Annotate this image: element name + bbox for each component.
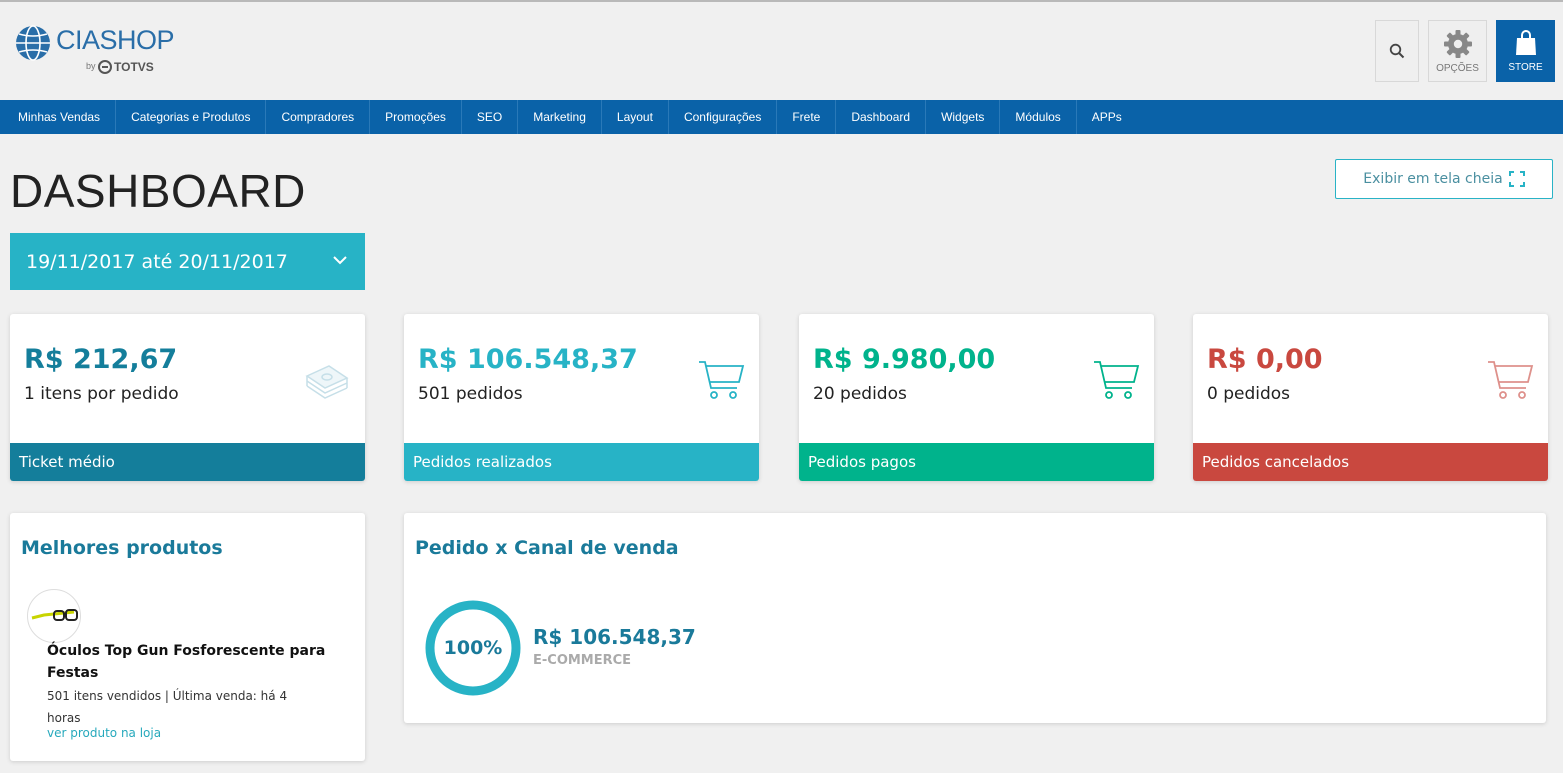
nav-item-dashboard[interactable]: Dashboard [836, 100, 927, 134]
cart-icon [1094, 361, 1140, 399]
best-products-panel: Melhores produtos Óculos Top Gun Fosfore… [10, 513, 365, 761]
ciashop-logo[interactable]: CIASHOP by TOTVS [14, 22, 175, 80]
stat-card-ticket-medio: R$ 212,67 1 itens por pedido Ticket médi… [10, 314, 365, 481]
stat-value: R$ 212,67 [24, 344, 178, 375]
shopping-bag-icon [1515, 29, 1536, 55]
product-meta: 501 itens vendidos | Última venda: há 4 … [47, 689, 288, 725]
stat-footer: Pedidos pagos [799, 443, 1154, 481]
stat-subtitle: 20 pedidos [813, 384, 907, 404]
totvs-brand: TOTVS [98, 60, 154, 74]
search-button[interactable] [1375, 20, 1419, 82]
product-name[interactable]: Óculos Top Gun Fosforescente para Festas [47, 640, 327, 684]
stat-subtitle: 501 pedidos [418, 384, 523, 404]
panel-title: Melhores produtos [21, 537, 223, 559]
nav-item-marketing[interactable]: Marketing [518, 100, 602, 134]
fullscreen-label: Exibir em tela cheia [1363, 171, 1503, 187]
stat-card-pedidos-realizados: R$ 106.548,37 501 pedidos Pedidos realiz… [404, 314, 759, 481]
chevron-down-icon [333, 256, 347, 265]
nav-item-frete[interactable]: Frete [777, 100, 837, 134]
expand-icon [1508, 171, 1525, 187]
product-thumbnail[interactable] [27, 589, 81, 643]
date-range-label: 19/11/2017 até 20/11/2017 [26, 250, 288, 273]
glasses-icon [31, 609, 78, 621]
globe-icon [16, 25, 50, 61]
channel-value: R$ 106.548,37 [533, 625, 696, 649]
stat-value: R$ 9.980,00 [813, 344, 996, 375]
stat-card-pedidos-cancelados: R$ 0,00 0 pedidos Pedidos cancelados [1193, 314, 1548, 481]
gear-icon [1443, 29, 1472, 58]
date-range-dropdown[interactable]: 19/11/2017 até 20/11/2017 [10, 233, 365, 290]
nav-item-modulos[interactable]: Módulos [1000, 100, 1077, 134]
store-label: STORE [1508, 61, 1543, 73]
nav-item-apps[interactable]: APPs [1077, 100, 1137, 134]
nav-item-widgets[interactable]: Widgets [926, 100, 1001, 134]
options-button[interactable]: OPÇÕES [1428, 20, 1487, 82]
logo-text: CIASHOP [56, 25, 175, 55]
channel-name: E-COMMERCE [533, 653, 632, 668]
ring-percent: 100% [443, 637, 503, 659]
stat-value: R$ 106.548,37 [418, 344, 638, 375]
nav-item-promocoes[interactable]: Promoções [370, 100, 462, 134]
cart-icon [1488, 361, 1534, 399]
stat-footer: Ticket médio [10, 443, 365, 481]
stat-value: R$ 0,00 [1207, 344, 1323, 375]
cart-icon [699, 361, 745, 399]
fullscreen-button[interactable]: Exibir em tela cheia [1335, 159, 1553, 199]
panel-title: Pedido x Canal de venda [415, 537, 679, 559]
nav-item-compradores[interactable]: Compradores [266, 100, 371, 134]
stat-card-pedidos-pagos: R$ 9.980,00 20 pedidos Pedidos pagos [799, 314, 1154, 481]
totvs-mark-icon [98, 60, 112, 74]
view-product-link[interactable]: ver produto na loja [47, 726, 161, 740]
nav-item-categorias-produtos[interactable]: Categorias e Produtos [116, 100, 267, 134]
nav-item-seo[interactable]: SEO [462, 100, 519, 134]
logo-by-text: by [86, 61, 96, 71]
window-top-border [0, 0, 1563, 2]
page-title: DASHBOARD [10, 165, 306, 217]
stat-footer: Pedidos cancelados [1193, 443, 1548, 481]
totvs-label: TOTVS [114, 60, 154, 74]
search-icon [1389, 43, 1405, 59]
nav-item-minhas-vendas[interactable]: Minhas Vendas [0, 100, 117, 134]
stat-subtitle: 1 itens por pedido [24, 384, 179, 404]
options-label: OPÇÕES [1436, 62, 1479, 74]
nav-item-configuracoes[interactable]: Configurações [669, 100, 778, 134]
stat-footer: Pedidos realizados [404, 443, 759, 481]
nav-item-layout[interactable]: Layout [602, 100, 669, 134]
main-nav: Minhas Vendas Categorias e Produtos Comp… [0, 100, 1563, 134]
store-button[interactable]: STORE [1496, 20, 1555, 82]
stat-subtitle: 0 pedidos [1207, 384, 1291, 404]
sales-channel-panel: Pedido x Canal de venda 100% R$ 106.548,… [404, 513, 1546, 723]
money-stack-icon [305, 365, 349, 399]
